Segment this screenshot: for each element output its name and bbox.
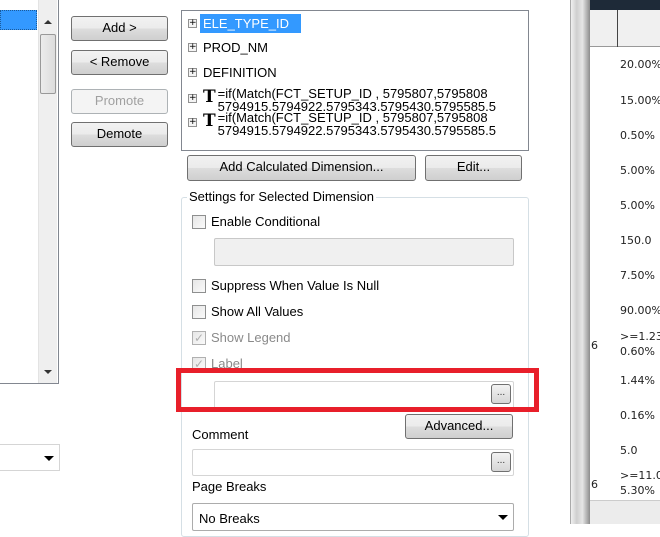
tree-item-label: ELE_TYPE_ID [200,13,301,33]
expand-icon[interactable]: + [188,94,197,103]
table-value: 5.00% [620,164,655,177]
scroll-down-icon[interactable] [44,370,52,374]
tree-item-label: DEFINITION [203,64,277,80]
condition-input[interactable] [214,238,514,266]
table-value: 15.00% [620,94,660,107]
formula-line: 5794915,5794922,5795343,5795430,5795585,… [217,99,496,111]
window-border [570,0,590,524]
formula-line: 5794915,5794922,5795343,5795430,5795585,… [217,123,496,135]
scroll-thumb[interactable] [40,34,56,94]
comment-input[interactable]: ... [192,449,514,476]
demote-button[interactable]: Demote [71,122,168,147]
table-value: 1.44% [620,374,655,387]
remove-button[interactable]: < Remove [71,50,168,75]
expand-icon[interactable]: + [188,18,197,28]
table-value: >=11.00 [620,469,660,482]
tree-item-label: PROD_NM [203,39,269,55]
tree-item[interactable]: + T =if(Match(FCT_SETUP_ID , 5795807,57958… [188,87,528,111]
show-all-values-checkbox[interactable] [192,305,206,319]
table-value: 0.50% [620,129,655,142]
expand-icon[interactable]: + [188,67,197,77]
list-scrollbar[interactable] [38,0,57,383]
show-all-values-label: Show All Values [211,304,304,319]
suppress-null-checkbox[interactable] [192,279,206,293]
table-value: 20.00% [620,58,660,71]
chevron-down-icon [498,515,508,520]
expand-icon[interactable]: + [188,42,197,52]
table-value: 5.00% [620,199,655,212]
tree-item[interactable]: + PROD_NM [188,37,268,57]
left-dropdown[interactable] [0,444,60,471]
chevron-down-icon [44,456,54,461]
promote-button[interactable]: Promote [71,89,168,114]
selected-list-item[interactable] [0,10,37,30]
edit-button[interactable]: Edit... [425,155,522,181]
enable-conditional-checkbox[interactable] [192,215,206,229]
add-calculated-dimension-button[interactable]: Add Calculated Dimension... [187,155,416,181]
tree-item[interactable]: + DEFINITION [188,62,277,82]
table-value: 90.00% [620,304,660,317]
used-dimensions-tree[interactable]: + ELE_TYPE_ID + PROD_NM + DEFINITION + T =if(… [181,10,529,151]
show-legend-checkbox[interactable]: ✓ [192,331,206,345]
available-fields-list[interactable] [0,0,59,384]
edge-fragment: 6 [591,339,598,352]
red-highlight-box [176,368,539,412]
settings-group-title: Settings for Selected Dimension [187,189,376,204]
suppress-null-label: Suppress When Value Is Null [211,278,380,293]
tree-item[interactable]: + T =if(Match(FCT_SETUP_ID , 5795807,57958… [188,111,528,135]
text-expression-icon: T [203,111,216,131]
text-expression-icon: T [203,87,216,107]
table-value: 0.16% [620,409,655,422]
page-breaks-dropdown[interactable]: No Breaks [192,503,514,531]
table-value: 5.30% [620,484,655,497]
comment-expression-button[interactable]: ... [491,452,511,472]
show-legend-label: Show Legend [211,330,291,345]
table-value: >=1.23% [620,330,660,343]
table-value: 0.60% [620,345,655,358]
add-button[interactable]: Add > [71,16,168,41]
table-value: 5.0 [620,444,638,457]
expand-icon[interactable]: + [188,118,197,127]
table-value: 150.0 [620,234,652,247]
edge-fragment: 6 [591,478,598,491]
scroll-up-icon[interactable] [44,20,52,24]
page-breaks-label: Page Breaks [192,479,267,494]
enable-conditional-label: Enable Conditional [211,214,321,229]
table-value: 7.50% [620,269,655,282]
tree-item[interactable]: + ELE_TYPE_ID [188,13,301,33]
advanced-button[interactable]: Advanced... [405,414,513,439]
comment-label: Comment [192,427,249,442]
